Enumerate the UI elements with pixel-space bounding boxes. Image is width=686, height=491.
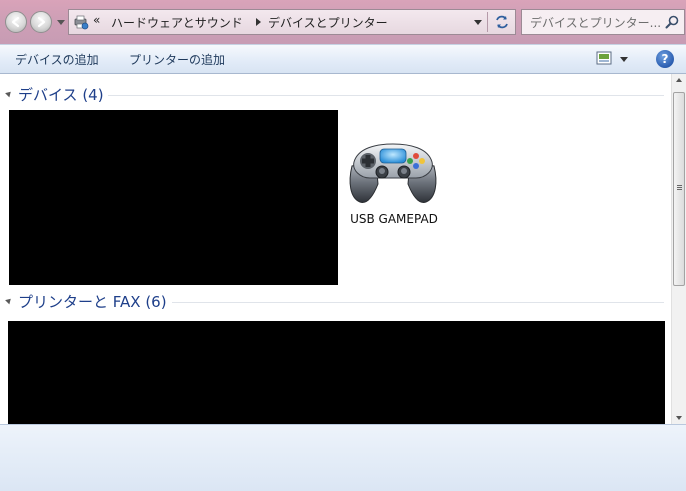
scroll-grip-icon [677, 185, 682, 186]
group-label-devices: デバイス (4) [18, 86, 104, 104]
address-history-dropdown[interactable] [474, 20, 482, 25]
collapse-triangle-icon[interactable] [5, 89, 13, 98]
vertical-scrollbar[interactable] [671, 74, 686, 424]
group-divider-devices [108, 95, 664, 96]
device-usb-gamepad[interactable]: USB GAMEPAD [342, 136, 446, 232]
help-icon[interactable]: ? [656, 50, 674, 68]
add-device-button[interactable]: デバイスの追加 [15, 51, 99, 68]
chevron-down-icon [56, 19, 65, 25]
address-bar[interactable]: « ハードウェアとサウンド デバイスとプリンター [68, 9, 516, 35]
breadcrumb-devices-printers[interactable]: デバイスとプリンター [268, 14, 388, 31]
arrow-left-icon [11, 16, 20, 28]
group-label-printers: プリンターと FAX (6) [18, 293, 167, 311]
title-bar: « ハードウェアとサウンド デバイスとプリンター デバイスとプリンター... [0, 0, 686, 44]
back-button[interactable] [5, 11, 27, 33]
view-options-dropdown[interactable] [620, 57, 628, 62]
redacted-device-items [9, 110, 338, 285]
command-bar: デバイスの追加 プリンターの追加 ? [0, 44, 686, 74]
group-divider-printers [172, 302, 664, 303]
refresh-icon[interactable] [493, 13, 511, 31]
breadcrumb-separator-icon[interactable] [256, 18, 261, 26]
address-divider [487, 12, 488, 32]
details-pane [0, 424, 686, 491]
arrow-right-icon [37, 16, 46, 28]
add-printer-button[interactable]: プリンターの追加 [129, 51, 225, 68]
search-input[interactable]: デバイスとプリンター... [530, 14, 660, 31]
recent-pages-dropdown[interactable] [56, 18, 65, 27]
collapse-triangle-icon[interactable] [5, 296, 13, 305]
forward-button[interactable] [30, 11, 52, 33]
breadcrumb-overflow[interactable]: « [93, 13, 100, 27]
scroll-up-arrow-icon[interactable] [676, 78, 682, 82]
change-view-icon[interactable] [596, 51, 612, 65]
search-box[interactable]: デバイスとプリンター... [521, 9, 685, 35]
scroll-down-arrow-icon[interactable] [676, 416, 682, 420]
breadcrumb-hardware-sound[interactable]: ハードウェアとサウンド [111, 14, 243, 31]
gamepad-icon [349, 143, 437, 203]
device-label: USB GAMEPAD [350, 212, 438, 226]
search-icon[interactable] [665, 15, 679, 29]
devices-printers-icon [74, 15, 89, 30]
group-header-devices[interactable]: デバイス (4) [5, 84, 104, 105]
scroll-thumb[interactable] [673, 92, 685, 286]
group-header-printers[interactable]: プリンターと FAX (6) [5, 291, 167, 312]
